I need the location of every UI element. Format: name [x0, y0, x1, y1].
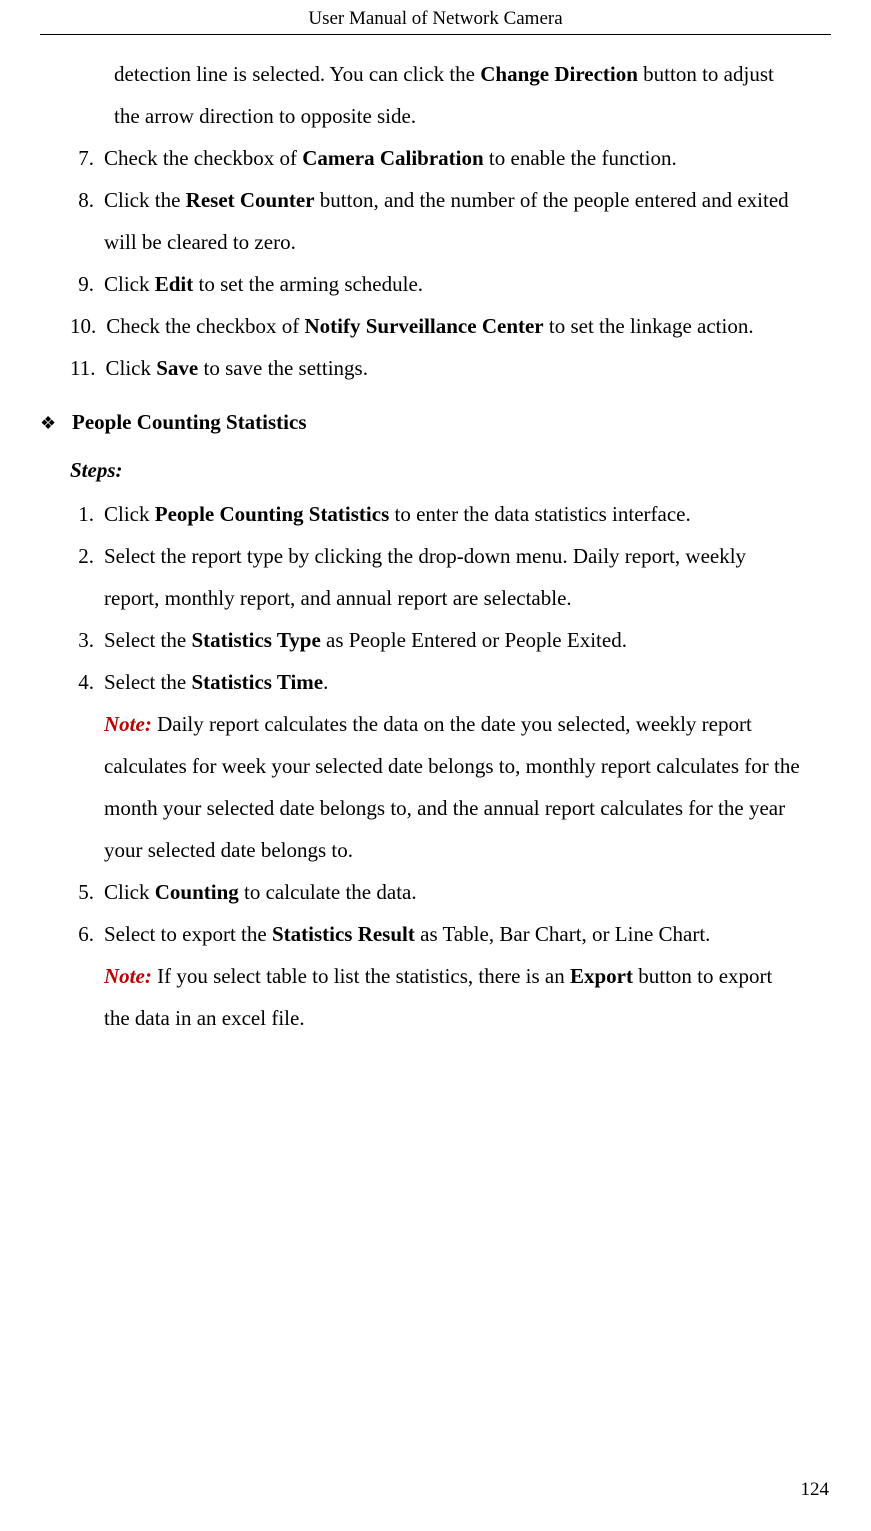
list-number: 1.	[70, 493, 104, 535]
text: as Table, Bar Chart, or Line Chart.	[415, 922, 711, 946]
list-item-7: 7. Check the checkbox of Camera Calibrat…	[70, 137, 801, 179]
page-content: detection line is selected. You can clic…	[40, 53, 831, 1039]
steps-label: Steps:	[70, 449, 801, 491]
text: Select the	[104, 628, 191, 652]
section-heading: ❖ People Counting Statistics	[40, 401, 801, 443]
list-item-9: 9. Click Edit to set the arming schedule…	[70, 263, 801, 305]
list-item-8: 8. Click the Reset Counter button, and t…	[70, 179, 801, 263]
page-number: 124	[801, 1479, 830, 1501]
list-text: Check the checkbox of Notify Surveillanc…	[106, 305, 801, 347]
diamond-bullet-icon: ❖	[40, 405, 60, 441]
text: Check the checkbox of	[104, 146, 302, 170]
list-number: 9.	[70, 263, 104, 305]
note-label: Note:	[104, 964, 152, 988]
note-text: Daily report calculates the data on the …	[104, 712, 800, 862]
list-number: 11.	[70, 347, 105, 389]
text: .	[323, 670, 328, 694]
list-number: 3.	[70, 619, 104, 661]
list-number: 10.	[70, 305, 106, 347]
list-number: 2.	[70, 535, 104, 577]
bold-text: Statistics Type	[191, 628, 320, 652]
list-text: Click the Reset Counter button, and the …	[104, 179, 801, 263]
bold-text: Save	[156, 356, 198, 380]
ordered-list-steps: 1. Click People Counting Statistics to e…	[70, 493, 801, 1039]
list-number: 4.	[70, 661, 104, 703]
text: Check the checkbox of	[106, 314, 304, 338]
text: Click	[104, 880, 155, 904]
bold-text: Notify Surveillance Center	[305, 314, 544, 338]
text: Click	[104, 502, 155, 526]
list-number: 7.	[70, 137, 104, 179]
step-item-4: 4. Select the Statistics Time. Note: Dai…	[70, 661, 801, 871]
bold-text: Statistics Time	[191, 670, 323, 694]
note-label: Note:	[104, 712, 152, 736]
text: Click the	[104, 188, 186, 212]
step-item-3: 3. Select the Statistics Type as People …	[70, 619, 801, 661]
bold-text: Camera Calibration	[302, 146, 483, 170]
list-text: Click Save to save the settings.	[105, 347, 801, 389]
text: as People Entered or People Exited.	[321, 628, 627, 652]
step-item-2: 2. Select the report type by clicking th…	[70, 535, 801, 619]
bold-text: Reset Counter	[186, 188, 315, 212]
list-text: Click People Counting Statistics to ente…	[104, 493, 801, 535]
text: Select to export the	[104, 922, 272, 946]
bold-text: Counting	[155, 880, 239, 904]
bold-text: Statistics Result	[272, 922, 415, 946]
list-text: Select the Statistics Time. Note: Daily …	[104, 661, 801, 871]
text: Select the	[104, 670, 191, 694]
text: to set the arming schedule.	[193, 272, 423, 296]
section-title: People Counting Statistics	[72, 401, 307, 443]
list-number: 8.	[70, 179, 104, 221]
list-item-continuation: detection line is selected. You can clic…	[70, 53, 801, 137]
text: to save the settings.	[198, 356, 368, 380]
text: to enter the data statistics interface.	[389, 502, 690, 526]
text: to calculate the data.	[239, 880, 417, 904]
header-divider	[40, 34, 831, 35]
page-header: User Manual of Network Camera	[40, 0, 831, 34]
step-item-6: 6. Select to export the Statistics Resul…	[70, 913, 801, 1039]
list-text: Select the report type by clicking the d…	[104, 535, 801, 619]
bold-text: Export	[570, 964, 633, 988]
list-number: 6.	[70, 913, 104, 955]
list-item-11: 11. Click Save to save the settings.	[70, 347, 801, 389]
step-item-1: 1. Click People Counting Statistics to e…	[70, 493, 801, 535]
text: to set the linkage action.	[544, 314, 754, 338]
list-text: Click Edit to set the arming schedule.	[104, 263, 801, 305]
list-text: Select the Statistics Type as People Ent…	[104, 619, 801, 661]
list-text: Check the checkbox of Camera Calibration…	[104, 137, 801, 179]
bold-text: Change Direction	[480, 62, 638, 86]
text: Click	[105, 356, 156, 380]
bold-text: People Counting Statistics	[155, 502, 390, 526]
list-text: Click Counting to calculate the data.	[104, 871, 801, 913]
list-text: Select to export the Statistics Result a…	[104, 913, 801, 1039]
note-text: If you select table to list the statisti…	[152, 964, 570, 988]
ordered-list-top: 7. Check the checkbox of Camera Calibrat…	[70, 137, 801, 389]
step-item-5: 5. Click Counting to calculate the data.	[70, 871, 801, 913]
text: Click	[104, 272, 155, 296]
list-item-10: 10. Check the checkbox of Notify Surveil…	[70, 305, 801, 347]
bold-text: Edit	[155, 272, 194, 296]
text: detection line is selected. You can clic…	[114, 62, 480, 86]
list-number: 5.	[70, 871, 104, 913]
text: to enable the function.	[484, 146, 677, 170]
